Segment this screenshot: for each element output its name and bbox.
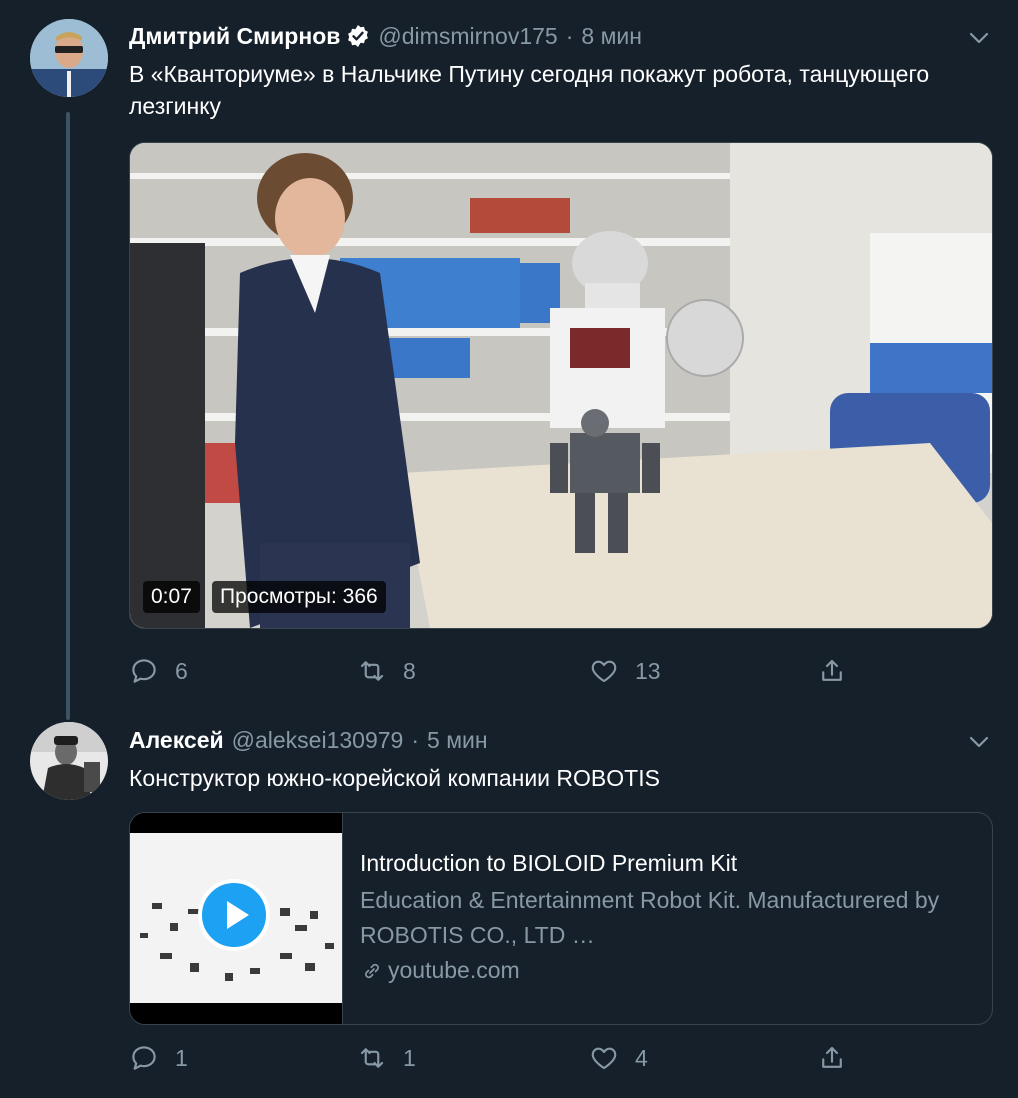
card-body: Introduction to BIOLOID Premium Kit Educ… (360, 847, 978, 988)
reply-button[interactable]: 6 (129, 656, 188, 686)
tweet-text: В «Кванториуме» в Нальчике Путину сегодн… (129, 61, 930, 119)
card-domain[interactable]: youtube.com (360, 953, 978, 988)
author-name[interactable]: Дмитрий Смирнов (129, 23, 340, 50)
tweet-header: Дмитрий Смирнов @dimsmirnov175 · 8 мин (129, 18, 642, 54)
heart-icon (591, 660, 617, 683)
card-title[interactable]: Introduction to BIOLOID Premium Kit (360, 847, 978, 880)
tweet-text: Конструктор южно-корейской компании ROBO… (129, 765, 660, 791)
like-button[interactable]: 4 (589, 1043, 648, 1073)
play-icon[interactable] (198, 879, 270, 951)
thread-connector-line (66, 112, 70, 720)
video-views-badge: Просмотры: 366 (212, 581, 386, 613)
like-button[interactable]: 13 (589, 656, 661, 686)
like-count: 13 (635, 657, 661, 684)
tweet-timestamp[interactable]: 8 мин (581, 23, 642, 50)
separator-dot: · (411, 726, 420, 753)
heart-icon (591, 1047, 617, 1070)
chevron-down-icon[interactable] (968, 731, 990, 753)
retweet-icon (360, 1048, 384, 1068)
retweet-button[interactable]: 1 (357, 1043, 416, 1073)
separator-dot: · (565, 22, 574, 49)
retweet-icon (360, 661, 384, 681)
retweet-count: 1 (403, 1044, 416, 1071)
avatar[interactable] (30, 19, 108, 97)
reply-button[interactable]: 1 (129, 1043, 188, 1073)
retweet-count: 8 (403, 657, 416, 684)
link-icon (365, 963, 379, 978)
avatar[interactable] (30, 722, 108, 800)
share-button[interactable] (817, 656, 863, 686)
author-handle[interactable]: @dimsmirnov175 (378, 23, 557, 50)
tweet-timestamp[interactable]: 5 мин (427, 727, 488, 754)
share-button[interactable] (817, 1043, 863, 1073)
reply-count: 6 (175, 657, 188, 684)
share-icon (822, 1046, 842, 1068)
like-count: 4 (635, 1044, 648, 1071)
reply-icon (132, 659, 156, 683)
video-player[interactable] (129, 142, 993, 629)
card-thumbnail[interactable] (130, 813, 343, 1024)
tweet-header: Алексей @aleksei130979 · 5 мин (129, 722, 488, 758)
reply-count: 1 (175, 1044, 188, 1071)
card-domain-text: youtube.com (388, 957, 520, 983)
author-handle[interactable]: @aleksei130979 (232, 727, 404, 754)
reply-icon (132, 1046, 156, 1070)
author-name[interactable]: Алексей (129, 727, 224, 754)
tweet-actions: 6 8 13 (129, 652, 991, 692)
link-card[interactable]: Introduction to BIOLOID Premium Kit Educ… (129, 812, 993, 1025)
video-duration-badge: 0:07 (143, 581, 200, 613)
share-icon (822, 659, 842, 681)
tweet-actions: 1 1 4 (129, 1039, 991, 1079)
verified-badge-icon (346, 24, 370, 48)
retweet-button[interactable]: 8 (357, 656, 416, 686)
chevron-down-icon[interactable] (968, 27, 990, 49)
card-description: Education & Entertainment Robot Kit. Man… (360, 887, 940, 948)
